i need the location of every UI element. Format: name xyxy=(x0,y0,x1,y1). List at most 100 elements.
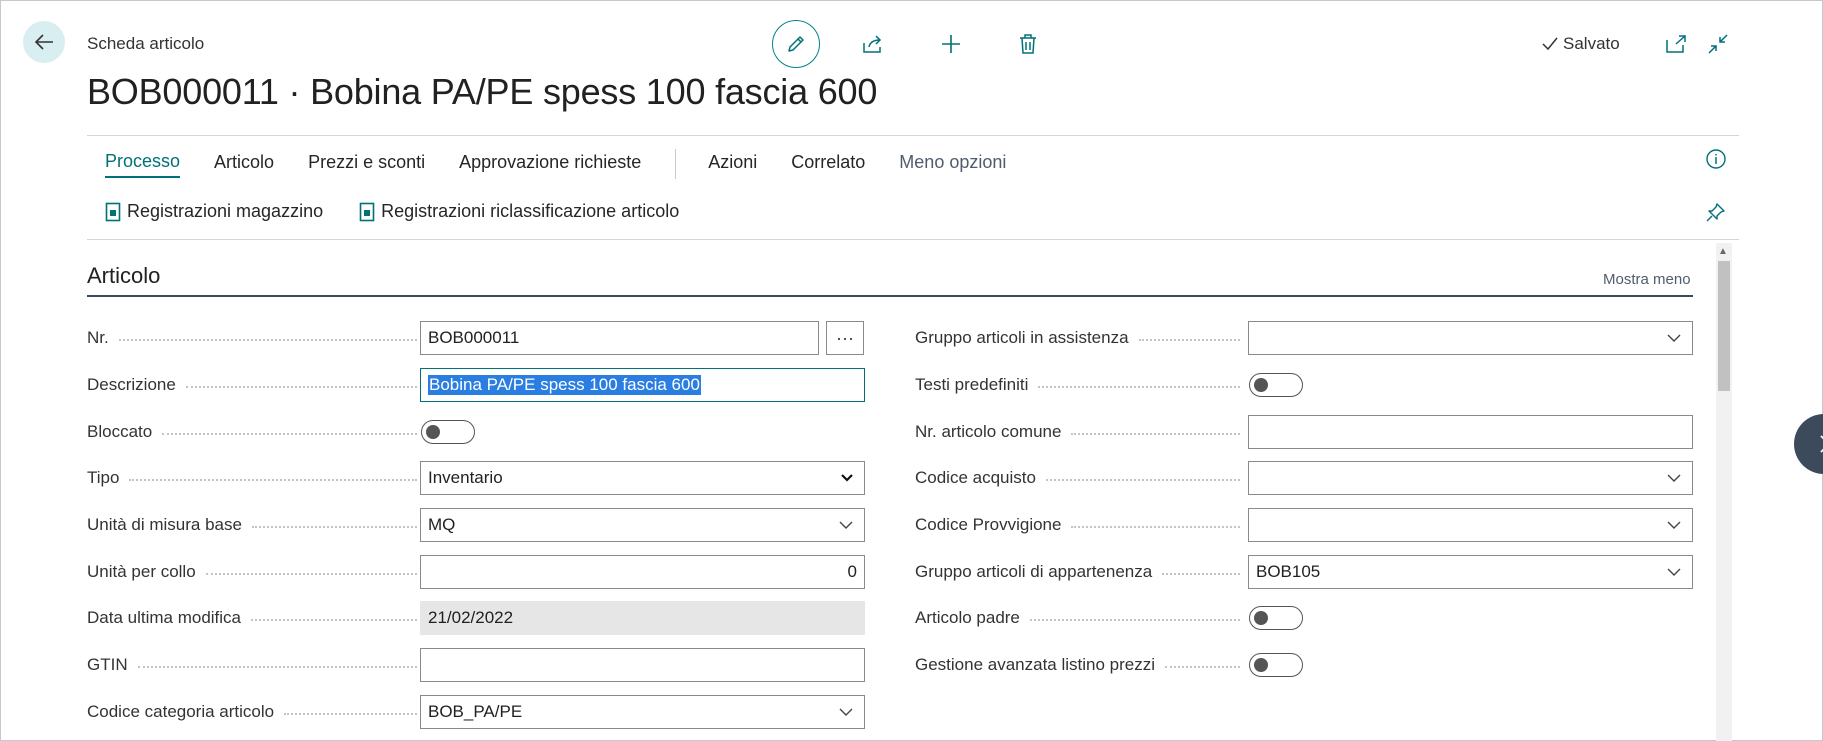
actions-divider xyxy=(87,239,1739,240)
field-label-nr-comune: Nr. articolo comune xyxy=(915,415,1240,449)
field-label-descrizione: Descrizione xyxy=(87,368,417,402)
pencil-icon xyxy=(788,36,804,52)
checkmark-icon xyxy=(1542,37,1558,51)
open-new-window-button[interactable] xyxy=(1661,29,1691,59)
share-button[interactable] xyxy=(858,29,888,59)
tipo-select[interactable]: Inventario xyxy=(420,461,865,495)
toggle-knob xyxy=(1254,611,1268,625)
factbox-expand-button[interactable] xyxy=(1794,414,1823,474)
field-label-tipo: Tipo xyxy=(87,461,417,495)
toggle-knob xyxy=(426,425,440,439)
nr-assist-button[interactable]: ··· xyxy=(826,321,864,355)
chevron-down-icon xyxy=(1667,521,1681,529)
chevron-down-icon xyxy=(839,521,853,529)
scrollbar-thumb[interactable] xyxy=(1718,261,1730,391)
data-modifica-value: 21/02/2022 xyxy=(428,608,514,627)
tipo-value: Inventario xyxy=(428,468,503,487)
collapse-button[interactable] xyxy=(1703,29,1733,59)
field-label-categoria: Codice categoria articolo xyxy=(87,695,417,729)
plus-icon xyxy=(942,35,960,53)
gruppo-appartenenza-select[interactable]: BOB105 xyxy=(1248,555,1693,589)
journal-icon xyxy=(359,202,375,221)
unita-collo-value: 0 xyxy=(847,562,857,581)
gruppo-appartenenza-value: BOB105 xyxy=(1256,562,1321,581)
delete-button[interactable] xyxy=(1013,29,1043,59)
field-label-padre: Articolo padre xyxy=(915,601,1240,635)
field-label-gruppo-assistenza: Gruppo articoli in assistenza xyxy=(915,321,1240,355)
bloccato-toggle[interactable] xyxy=(421,420,475,444)
gruppo-assistenza-select[interactable] xyxy=(1248,321,1693,355)
provvigione-select[interactable] xyxy=(1248,508,1693,542)
nr-value: BOB000011 xyxy=(428,328,520,347)
field-label-testi: Testi predefiniti xyxy=(915,368,1240,402)
categoria-select[interactable]: BOB_PA/PE xyxy=(420,695,865,729)
chevron-down-icon xyxy=(1667,334,1681,342)
field-label-unita-collo: Unità per collo xyxy=(87,555,417,589)
field-label-nr: Nr. xyxy=(87,321,417,355)
nr-input[interactable]: BOB000011 xyxy=(420,321,819,355)
back-button[interactable] xyxy=(23,21,65,63)
chevron-right-icon xyxy=(1820,435,1823,453)
section-underline xyxy=(87,295,1693,297)
page-title: BOB000011 · Bobina PA/PE spess 100 fasci… xyxy=(87,71,878,112)
unita-collo-input[interactable]: 0 xyxy=(420,555,865,589)
share-icon xyxy=(863,35,882,53)
edit-button[interactable] xyxy=(772,20,820,68)
tab-prezzi-e-sconti[interactable]: Prezzi e sconti xyxy=(308,152,425,177)
field-label-gruppo-appartenenza: Gruppo articoli di appartenenza xyxy=(915,555,1240,589)
descrizione-value: Bobina PA/PE spess 100 fascia 600 xyxy=(428,375,701,395)
field-label-data-modifica: Data ultima modifica xyxy=(87,601,417,635)
saved-label: Salvato xyxy=(1563,34,1620,53)
unita-base-select[interactable]: MQ xyxy=(420,508,865,542)
registrazioni-riclassificazione-action[interactable]: Registrazioni riclassificazione articolo xyxy=(359,201,679,222)
unita-base-value: MQ xyxy=(428,515,456,534)
arrow-left-icon xyxy=(34,34,53,50)
section-title: Articolo xyxy=(87,263,161,288)
categoria-value: BOB_PA/PE xyxy=(428,702,523,721)
header-divider xyxy=(87,135,1739,136)
new-button[interactable] xyxy=(936,29,966,59)
journal-icon xyxy=(105,202,121,221)
registrazioni-magazzino-label: Registrazioni magazzino xyxy=(127,201,324,221)
chevron-down-icon xyxy=(841,474,853,482)
field-label-unita-base: Unità di misura base xyxy=(87,508,417,542)
open-in-new-window-icon xyxy=(1666,35,1686,53)
trash-icon xyxy=(1020,34,1036,54)
tab-correlato[interactable]: Correlato xyxy=(791,152,865,177)
info-icon xyxy=(1706,149,1726,169)
saved-status: Salvato xyxy=(1541,34,1620,54)
tab-articolo[interactable]: Articolo xyxy=(214,152,274,177)
info-button[interactable] xyxy=(1701,144,1731,174)
chevron-down-icon xyxy=(1667,474,1681,482)
testi-predefiniti-toggle[interactable] xyxy=(1249,373,1303,397)
data-modifica-field: 21/02/2022 xyxy=(420,601,865,635)
chevron-down-icon xyxy=(839,708,853,716)
scroll-up-arrow-icon[interactable]: ▲ xyxy=(1718,246,1728,257)
field-label-bloccato: Bloccato xyxy=(87,415,417,449)
tab-approvazione-richieste[interactable]: Approvazione richieste xyxy=(459,152,641,177)
toggle-knob xyxy=(1254,658,1268,672)
registrazioni-magazzino-action[interactable]: Registrazioni magazzino xyxy=(105,201,323,222)
listino-prezzi-toggle[interactable] xyxy=(1249,653,1303,677)
tab-meno-opzioni[interactable]: Meno opzioni xyxy=(899,152,1006,177)
toggle-knob xyxy=(1254,378,1268,392)
action-bar-divider xyxy=(675,149,677,179)
breadcrumb: Scheda articolo xyxy=(87,34,205,53)
collapse-icon xyxy=(1708,34,1728,54)
pin-button[interactable] xyxy=(1701,197,1731,227)
tab-azioni[interactable]: Azioni xyxy=(708,152,757,177)
acquisto-select[interactable] xyxy=(1248,461,1693,495)
pin-icon xyxy=(1706,203,1725,222)
registrazioni-riclassificazione-label: Registrazioni riclassificazione articolo xyxy=(381,201,680,221)
nr-comune-input[interactable] xyxy=(1248,415,1693,449)
articolo-padre-toggle[interactable] xyxy=(1249,606,1303,630)
sub-actions: Registrazioni magazzino Registrazioni ri… xyxy=(105,201,715,222)
descrizione-input[interactable]: Bobina PA/PE spess 100 fascia 600 xyxy=(420,368,865,402)
chevron-down-icon xyxy=(1667,568,1681,576)
field-label-gtin: GTIN xyxy=(87,648,417,682)
field-label-provvigione: Codice Provvigione xyxy=(915,508,1240,542)
gtin-input[interactable] xyxy=(420,648,865,682)
show-less-link[interactable]: Mostra meno xyxy=(1603,271,1691,288)
field-label-listino: Gestione avanzata listino prezzi xyxy=(915,648,1240,682)
tab-processo[interactable]: Processo xyxy=(105,151,181,178)
